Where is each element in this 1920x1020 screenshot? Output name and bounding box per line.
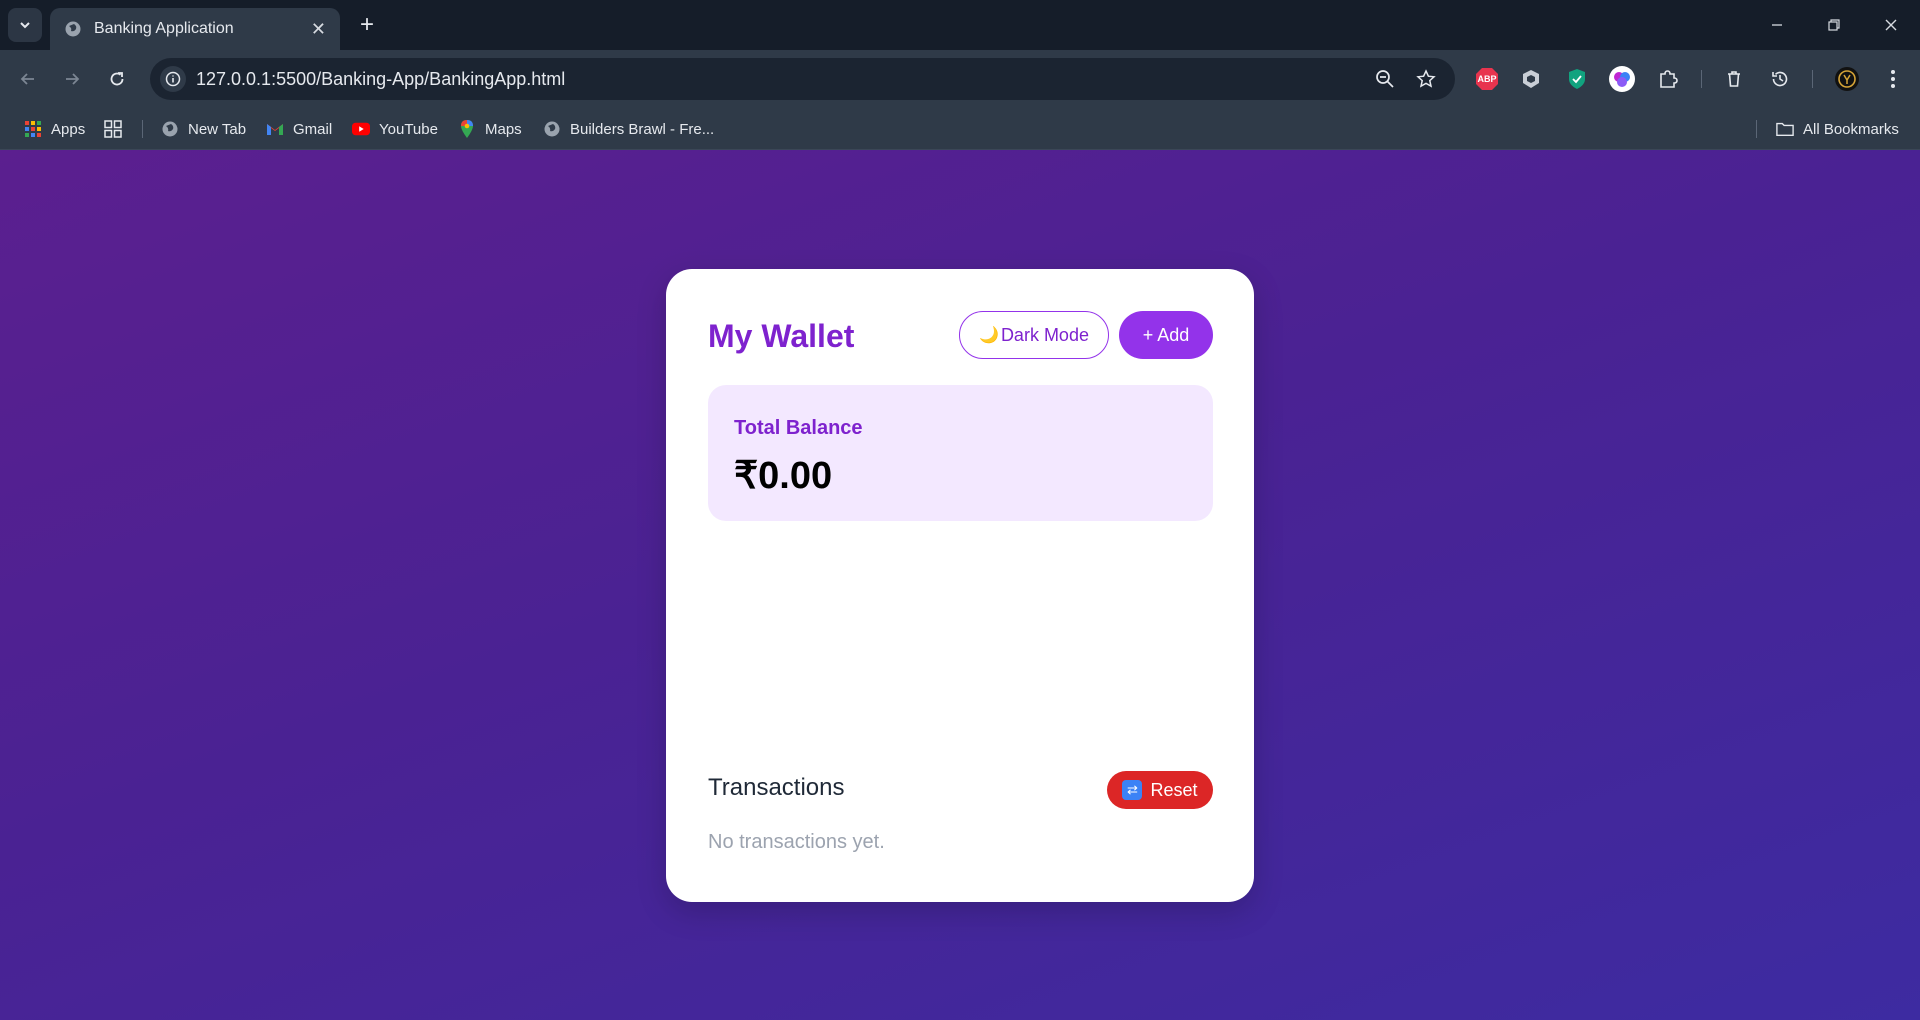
folder-icon xyxy=(1776,120,1794,138)
moon-icon: 🌙 xyxy=(979,327,999,344)
puzzle-icon xyxy=(1660,70,1678,88)
balance-card: Total Balance ₹0.00 xyxy=(708,385,1213,521)
trash-extension[interactable] xyxy=(1720,65,1748,93)
bookmark-label: Gmail xyxy=(293,120,333,138)
zoom-out-icon xyxy=(1376,70,1394,88)
info-icon xyxy=(165,71,181,87)
bookmark-label: Maps xyxy=(485,120,522,138)
forward-button[interactable] xyxy=(55,62,89,96)
browser-toolbar: 127.0.0.1:5500/Banking-App/BankingApp.ht… xyxy=(0,50,1920,108)
bookmarks-bar: Apps New Tab Gmail YouTube Maps Builders… xyxy=(0,108,1920,150)
restore-icon xyxy=(1828,19,1840,31)
bookmark-new-tab[interactable]: New Tab xyxy=(161,118,246,140)
chevron-down-icon xyxy=(20,22,30,29)
tab-title: Banking Application xyxy=(94,20,234,37)
globe-icon xyxy=(65,21,81,37)
bookmarks-separator xyxy=(1756,120,1757,138)
bookmark-label: Apps xyxy=(51,120,86,138)
more-vertical-icon xyxy=(1891,70,1895,88)
site-info-button[interactable] xyxy=(160,66,186,92)
add-button[interactable]: + Add xyxy=(1119,311,1213,359)
grid-icon xyxy=(104,120,122,138)
youtube-icon xyxy=(352,120,370,138)
repeat-icon: ⇄ xyxy=(1122,780,1143,800)
bookmark-label: All Bookmarks xyxy=(1803,120,1899,138)
reset-label: Reset xyxy=(1150,779,1198,800)
restore-button[interactable] xyxy=(1805,0,1863,50)
back-button[interactable] xyxy=(11,62,45,96)
bookmark-apps[interactable]: Apps xyxy=(24,118,85,140)
maps-pin-icon xyxy=(458,120,476,138)
minimize-button[interactable] xyxy=(1748,0,1806,50)
toolbar-separator xyxy=(1701,70,1702,88)
browser-menu-button[interactable] xyxy=(1879,65,1907,93)
brain-extension[interactable] xyxy=(1608,65,1636,93)
new-tab-button[interactable]: + xyxy=(352,10,382,40)
bookmarks-separator xyxy=(142,120,143,138)
empty-transactions-text: No transactions yet. xyxy=(708,831,885,853)
adblock-extension[interactable]: ABP xyxy=(1473,65,1501,93)
all-bookmarks-button[interactable]: All Bookmarks xyxy=(1776,118,1899,140)
brain-icon xyxy=(1609,66,1635,92)
globe-icon xyxy=(161,120,179,138)
cube-shield-icon xyxy=(1523,70,1539,88)
balance-value: ₹0.00 xyxy=(734,455,833,497)
reset-button[interactable]: ⇄ Reset xyxy=(1107,771,1213,809)
reload-icon xyxy=(110,72,124,86)
bookmark-label: YouTube xyxy=(379,120,438,138)
bookmark-youtube[interactable]: YouTube xyxy=(352,118,438,140)
star-icon xyxy=(1416,69,1436,88)
back-arrow-icon xyxy=(20,73,34,85)
security-extension[interactable] xyxy=(1563,65,1591,93)
bookmark-label: Builders Brawl - Fre... xyxy=(570,120,715,138)
toolbar-separator xyxy=(1812,70,1813,88)
page-background: My Wallet 🌙 Dark Mode + Add Total Balanc… xyxy=(0,150,1920,1020)
extensions-button[interactable] xyxy=(1654,65,1682,93)
forward-arrow-icon xyxy=(66,73,80,85)
abp-label: ABP xyxy=(1477,74,1497,84)
url-text[interactable]: 127.0.0.1:5500/Banking-App/BankingApp.ht… xyxy=(196,69,565,90)
bookmark-gmail[interactable]: Gmail xyxy=(266,118,332,140)
transactions-title: Transactions xyxy=(708,774,845,801)
reload-button[interactable] xyxy=(100,62,134,96)
dark-mode-button[interactable]: 🌙 Dark Mode xyxy=(959,311,1109,359)
bookmark-maps[interactable]: Maps xyxy=(458,118,522,140)
history-button[interactable] xyxy=(1766,65,1794,93)
balance-label: Total Balance xyxy=(734,417,863,439)
bookmark-label: New Tab xyxy=(188,120,247,138)
gmail-icon xyxy=(266,120,284,138)
globe-icon xyxy=(543,120,561,138)
dark-mode-label: Dark Mode xyxy=(1000,324,1089,345)
close-window-button[interactable] xyxy=(1862,0,1920,50)
address-bar[interactable]: 127.0.0.1:5500/Banking-App/BankingApp.ht… xyxy=(150,58,1455,100)
shield-extension[interactable] xyxy=(1517,65,1545,93)
green-shield-icon xyxy=(1569,69,1585,89)
trash-icon xyxy=(1728,71,1740,87)
page-title: My Wallet xyxy=(708,318,855,354)
zoom-button[interactable] xyxy=(1373,67,1397,91)
close-tab-icon[interactable]: ✕ xyxy=(311,19,326,40)
wallet-card: My Wallet 🌙 Dark Mode + Add Total Balanc… xyxy=(666,269,1254,902)
tab-groups-button[interactable] xyxy=(103,118,123,140)
bookmark-builders-brawl[interactable]: Builders Brawl - Fre... xyxy=(543,118,714,140)
bookmark-star-button[interactable] xyxy=(1414,67,1438,91)
history-icon xyxy=(1772,71,1788,87)
minimize-icon xyxy=(1772,24,1782,26)
browser-tab[interactable]: Banking Application ✕ xyxy=(50,8,340,50)
avatar-icon xyxy=(1835,67,1859,91)
tab-search-button[interactable] xyxy=(8,8,42,42)
tab-strip: Banking Application ✕ + xyxy=(0,0,1920,50)
profile-avatar[interactable] xyxy=(1833,65,1861,93)
apps-grid-icon xyxy=(24,120,42,138)
close-icon xyxy=(1885,19,1897,31)
